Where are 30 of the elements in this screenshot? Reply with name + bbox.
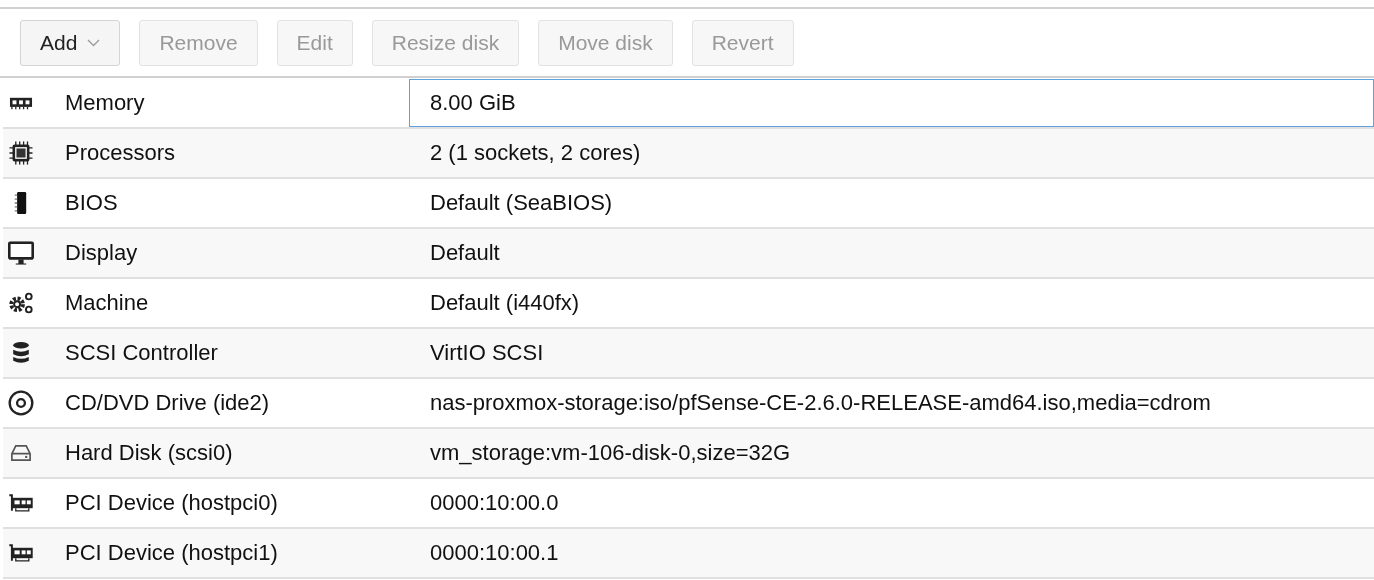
memory-icon (9, 96, 33, 110)
value-cell[interactable]: 0000:10:00.1 (409, 529, 1374, 577)
disc-icon (8, 390, 34, 416)
database-icon (11, 341, 31, 365)
value-cell[interactable]: VirtIO SCSI (409, 329, 1374, 377)
value-cell[interactable]: vm_storage:vm-106-disk-0,size=32G (409, 429, 1374, 477)
monitor-icon (8, 241, 34, 265)
value-cell[interactable]: Default (SeaBIOS) (409, 179, 1374, 227)
chip-icon (14, 191, 28, 215)
value-cell[interactable]: 0000:10:00.0 (409, 479, 1374, 527)
row-name: BIOS (65, 190, 118, 216)
pci-card-icon (8, 543, 34, 563)
gears-icon (8, 291, 34, 315)
row-name: Processors (65, 140, 176, 166)
value-cell[interactable]: Default (409, 229, 1374, 277)
pci-card-icon (8, 493, 34, 513)
row-name: CD/DVD Drive (ide2) (65, 390, 270, 416)
row-name: Memory (65, 90, 145, 116)
value-cell[interactable]: Default (i440fx) (409, 279, 1374, 327)
row-name: Hard Disk (scsi0) (65, 440, 233, 466)
row-name: SCSI Controller (65, 340, 218, 366)
toolbar-button[interactable]: Add (20, 20, 121, 66)
row-name: Display (65, 240, 138, 266)
row-name: Machine (65, 290, 149, 316)
value-cell[interactable]: 2 (1 sockets, 2 cores) (409, 129, 1374, 177)
value-cell[interactable]: nas-proxmox-storage:iso/pfSense-CE-2.6.0-RELEASE-amd64.iso,media=cdrom (409, 379, 1374, 427)
value-cell[interactable]: 8.00 GiB (409, 79, 1374, 127)
row-name: PCI Device (hostpci0) (65, 490, 278, 516)
cpu-icon (9, 141, 33, 165)
row-name: PCI Device (hostpci1) (65, 540, 278, 566)
